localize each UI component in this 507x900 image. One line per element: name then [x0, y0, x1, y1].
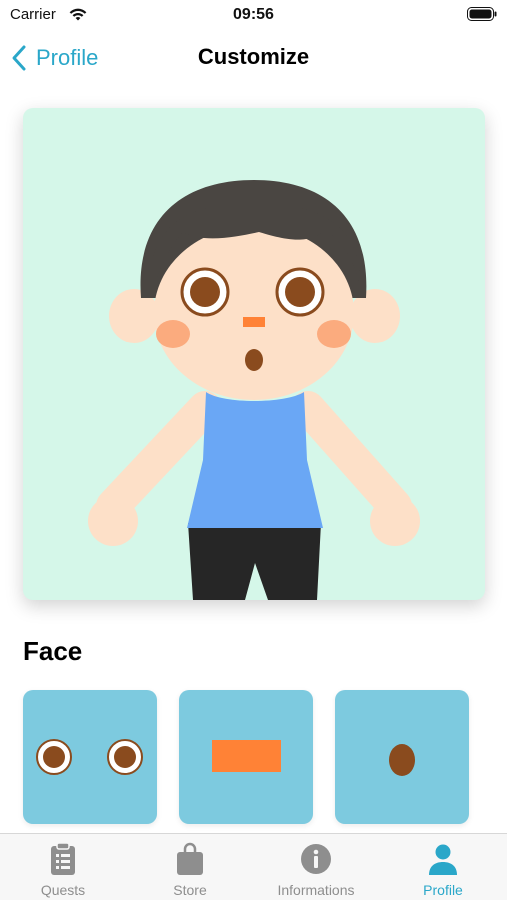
status-bar: Carrier 09:56 — [0, 0, 507, 32]
face-option-nose[interactable] — [179, 690, 313, 824]
mouth-icon — [389, 744, 415, 776]
face-option-eyes[interactable] — [23, 690, 157, 824]
tab-store[interactable]: Store — [127, 834, 253, 900]
shopping-bag-icon — [177, 842, 203, 875]
navigation-bar: Profile Customize — [0, 32, 507, 82]
battery-icon — [467, 7, 497, 21]
clipboard-icon — [51, 842, 75, 875]
eyes-icon — [36, 739, 143, 775]
person-icon — [429, 844, 457, 875]
tab-quests[interactable]: Quests — [0, 834, 126, 900]
section-title-face: Face — [23, 636, 83, 666]
tab-profile-label: Profile — [423, 882, 463, 898]
tab-bar: Quests Store Informations Profile — [0, 833, 507, 900]
tab-informations-label: Informations — [277, 882, 355, 898]
tab-quests-label: Quests — [40, 882, 86, 898]
tab-profile[interactable]: Profile — [380, 834, 506, 900]
status-time: 09:56 — [233, 6, 274, 23]
avatar-preview-card — [23, 108, 485, 600]
tab-store-label: Store — [173, 882, 207, 898]
page-title: Customize — [197, 44, 310, 69]
avatar-illustration — [88, 180, 420, 600]
nose-icon — [212, 740, 281, 772]
tab-informations[interactable]: Informations — [253, 834, 379, 900]
face-option-mouth[interactable] — [335, 690, 469, 824]
info-icon — [301, 844, 331, 874]
